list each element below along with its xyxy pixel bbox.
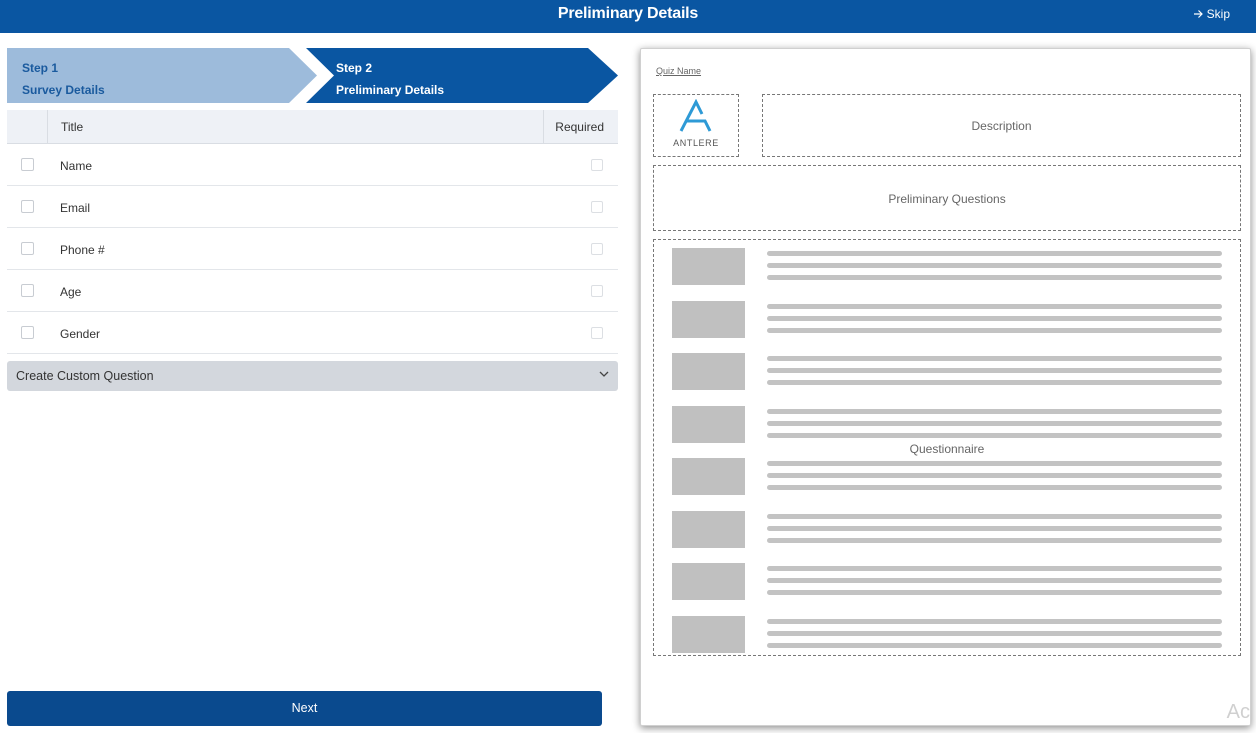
table-row: Age [7,270,618,312]
text-line-placeholder [767,618,1222,624]
required-checkbox[interactable] [591,285,603,297]
text-line-placeholder [767,420,1222,426]
survey-preview: Quiz Name ANTLERE Description Preliminar… [640,48,1251,726]
custom-question-label: Create Custom Question [16,369,154,383]
preliminary-questions-label: Preliminary Questions [888,192,1006,206]
text-line-placeholder [767,513,1222,519]
antlere-logo-icon [679,99,712,132]
questionnaire-placeholder-row [672,405,1232,443]
select-checkbox[interactable] [21,284,34,297]
table-row: Gender [7,312,618,354]
select-checkbox[interactable] [21,326,34,339]
image-placeholder [672,248,745,285]
next-button[interactable]: Next [7,691,602,726]
text-line-placeholder [767,303,1222,309]
column-required: Required [555,120,604,134]
text-line-placeholder [767,525,1222,531]
text-line-placeholder [767,408,1222,414]
description-placeholder: Description [762,94,1241,157]
field-label: Gender [60,327,101,341]
field-label: Age [60,285,82,299]
skip-label: Skip [1206,7,1230,21]
column-title: Title [61,120,84,134]
questionnaire-placeholder-row [672,353,1232,390]
questionnaire-placeholder-row [672,248,1232,285]
table-row: Email [7,186,618,228]
table-row: Phone # [7,228,618,270]
required-checkbox[interactable] [591,159,603,171]
column-divider [543,110,544,144]
step-1-label: Survey Details [22,83,105,97]
image-placeholder [672,563,745,600]
field-label: Email [60,201,91,215]
image-placeholder [672,615,745,653]
required-checkbox[interactable] [591,243,603,255]
select-checkbox[interactable] [21,200,34,213]
required-checkbox[interactable] [591,327,603,339]
watermark-text: Ac [1226,701,1250,723]
text-line-placeholder [767,590,1222,595]
text-line-placeholder [767,356,1222,361]
text-line-placeholder [767,537,1222,543]
text-line-placeholder [767,432,1222,438]
select-checkbox[interactable] [21,158,34,171]
description-label: Description [971,119,1032,133]
stepper: Step 1 Survey Details Step 2 Preliminary… [7,48,618,103]
arrow-right-icon [1193,10,1203,18]
questionnaire-placeholder-row [672,510,1232,548]
text-line-placeholder [767,473,1222,478]
select-checkbox[interactable] [21,242,34,255]
table-row: Name [7,144,618,186]
quiz-name-link[interactable]: Quiz Name [656,66,701,76]
text-line-placeholder [767,566,1222,571]
image-placeholder [672,353,745,390]
image-placeholder [672,510,745,548]
logo-placeholder: ANTLERE [653,94,739,157]
field-label: Phone # [60,243,105,257]
text-line-placeholder [767,327,1222,333]
preliminary-questions-placeholder: Preliminary Questions [653,165,1241,231]
text-line-placeholder [767,315,1222,321]
image-placeholder [672,458,745,495]
step-1-number: Step 1 [22,61,59,75]
create-custom-question-dropdown[interactable]: Create Custom Question [7,361,618,391]
step-1[interactable]: Step 1 Survey Details [22,57,105,101]
logo-text: ANTLERE [673,138,719,148]
text-line-placeholder [767,251,1222,256]
preliminary-fields-table: Title Required Name Email Phone # Age Ge… [7,110,618,354]
text-line-placeholder [767,263,1222,268]
text-line-placeholder [767,368,1222,373]
column-divider [47,110,48,144]
questionnaire-placeholder: Questionnaire [653,239,1241,656]
questionnaire-placeholder-row [672,563,1232,600]
field-label: Name [60,159,93,173]
questionnaire-placeholder-row [672,458,1232,495]
questionnaire-placeholder-row [672,300,1232,338]
top-bar: Preliminary Details Skip [0,0,1256,33]
questionnaire-placeholder-row [672,615,1232,653]
image-placeholder [672,405,745,443]
page-title: Preliminary Details [557,5,699,22]
step-2[interactable]: Step 2 Preliminary Details [336,57,444,101]
required-checkbox[interactable] [591,201,603,213]
chevron-down-icon [599,371,609,377]
skip-button[interactable]: Skip [1193,7,1230,21]
text-line-placeholder [767,630,1222,636]
text-line-placeholder [767,642,1222,648]
image-placeholder [672,300,745,338]
text-line-placeholder [767,275,1222,280]
step-2-number: Step 2 [336,61,373,75]
table-header: Title Required [7,110,618,144]
questionnaire-label: Questionnaire [909,442,985,456]
text-line-placeholder [767,485,1222,490]
text-line-placeholder [767,380,1222,385]
text-line-placeholder [767,461,1222,466]
text-line-placeholder [767,578,1222,583]
step-2-label: Preliminary Details [336,83,445,97]
